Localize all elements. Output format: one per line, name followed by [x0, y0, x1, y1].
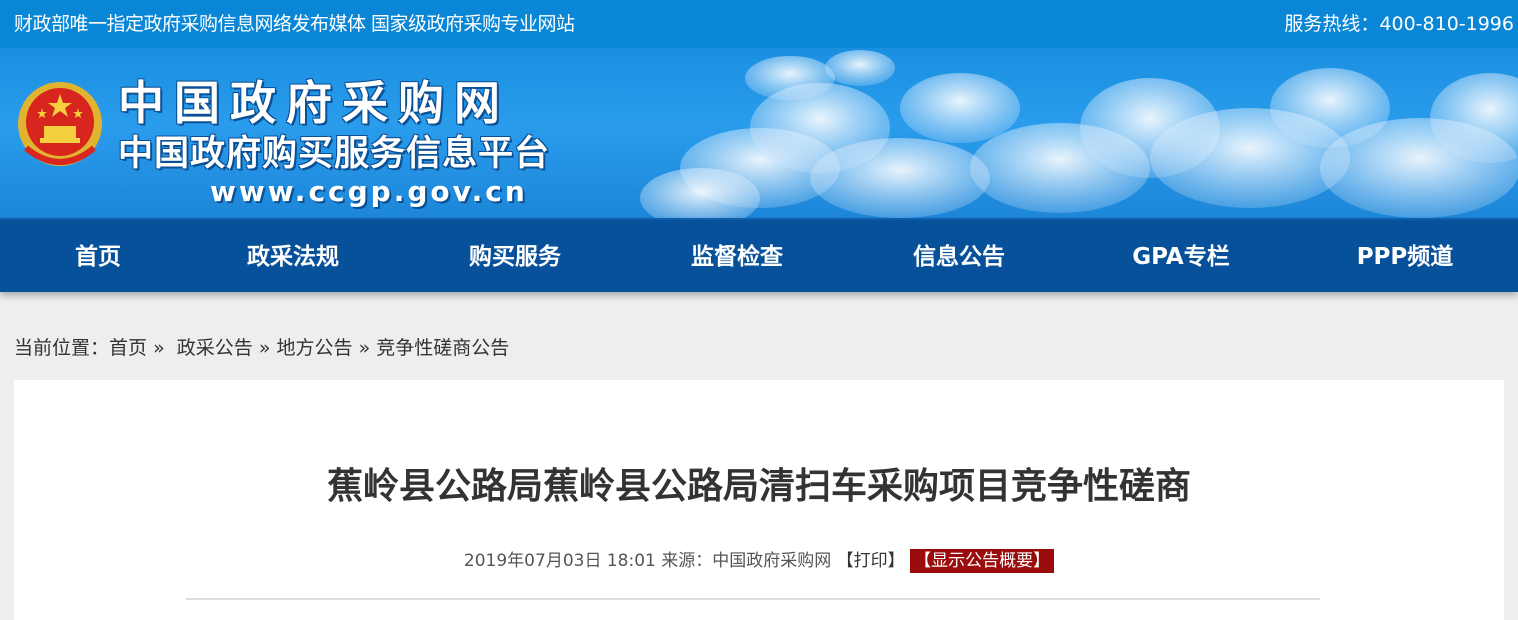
- article-title: 蕉岭县公路局蕉岭县公路局清扫车采购项目竞争性磋商: [326, 466, 1191, 507]
- source-label: 来源：: [661, 551, 713, 571]
- divider: [186, 598, 1320, 600]
- article-meta: 2019年07月03日 18:01 来源：中国政府采购网 【打印】 【显示公告概…: [14, 549, 1504, 573]
- breadcrumb-procurement-announcements[interactable]: 政采公告: [177, 337, 253, 359]
- nav-item-supervision[interactable]: 监督检查: [664, 242, 810, 272]
- site-slogan: 财政部唯一指定政府采购信息网络发布媒体 国家级政府采购专业网站: [14, 13, 575, 35]
- source-name: 中国政府采购网: [712, 551, 832, 571]
- site-subname: 中国政府购买服务信息平台: [118, 134, 551, 174]
- site-url: www.ccgp.gov.cn: [210, 175, 528, 208]
- service-hotline: 服务热线：400-810-1996: [1284, 13, 1514, 35]
- breadcrumb-local-announcements[interactable]: 地方公告: [277, 337, 353, 359]
- breadcrumb: 当前位置：首页 » 政采公告 » 地方公告 » 竞争性磋商公告: [14, 335, 509, 361]
- nav-item-purchase-services[interactable]: 购买服务: [440, 242, 590, 272]
- nav-item-gpa[interactable]: GPA专栏: [1106, 242, 1256, 272]
- breadcrumb-home[interactable]: 首页: [109, 337, 147, 359]
- nav-item-ppp[interactable]: PPP频道: [1330, 242, 1480, 272]
- nav-item-home[interactable]: 首页: [40, 242, 156, 272]
- site-name: 中国政府采购网: [118, 76, 510, 130]
- show-summary-button[interactable]: 【显示公告概要】: [910, 549, 1055, 573]
- main-nav: 首页 政采法规 购买服务 监督检查 信息公告 GPA专栏 PPP频道: [0, 218, 1518, 292]
- breadcrumb-separator: »: [153, 337, 165, 359]
- breadcrumb-prefix: 当前位置：: [14, 337, 110, 359]
- nav-item-announcements[interactable]: 信息公告: [886, 242, 1032, 272]
- publish-datetime: 2019年07月03日 18:01: [463, 551, 656, 571]
- top-bar: 财政部唯一指定政府采购信息网络发布媒体 国家级政府采购专业网站 服务热线：400…: [0, 0, 1518, 48]
- breadcrumb-separator: »: [258, 337, 271, 359]
- breadcrumb-competitive-negotiation[interactable]: 竞争性磋商公告: [376, 337, 509, 359]
- breadcrumb-separator: »: [358, 337, 371, 359]
- site-banner: 中国政府采购网 中国政府购买服务信息平台 www.ccgp.gov.cn: [0, 48, 1518, 218]
- article-panel: 蕉岭县公路局蕉岭县公路局清扫车采购项目竞争性磋商 2019年07月03日 18:…: [14, 380, 1504, 620]
- print-button[interactable]: 【打印】: [837, 551, 905, 571]
- nav-item-regulations[interactable]: 政采法规: [220, 242, 366, 272]
- national-emblem-icon: [18, 82, 102, 166]
